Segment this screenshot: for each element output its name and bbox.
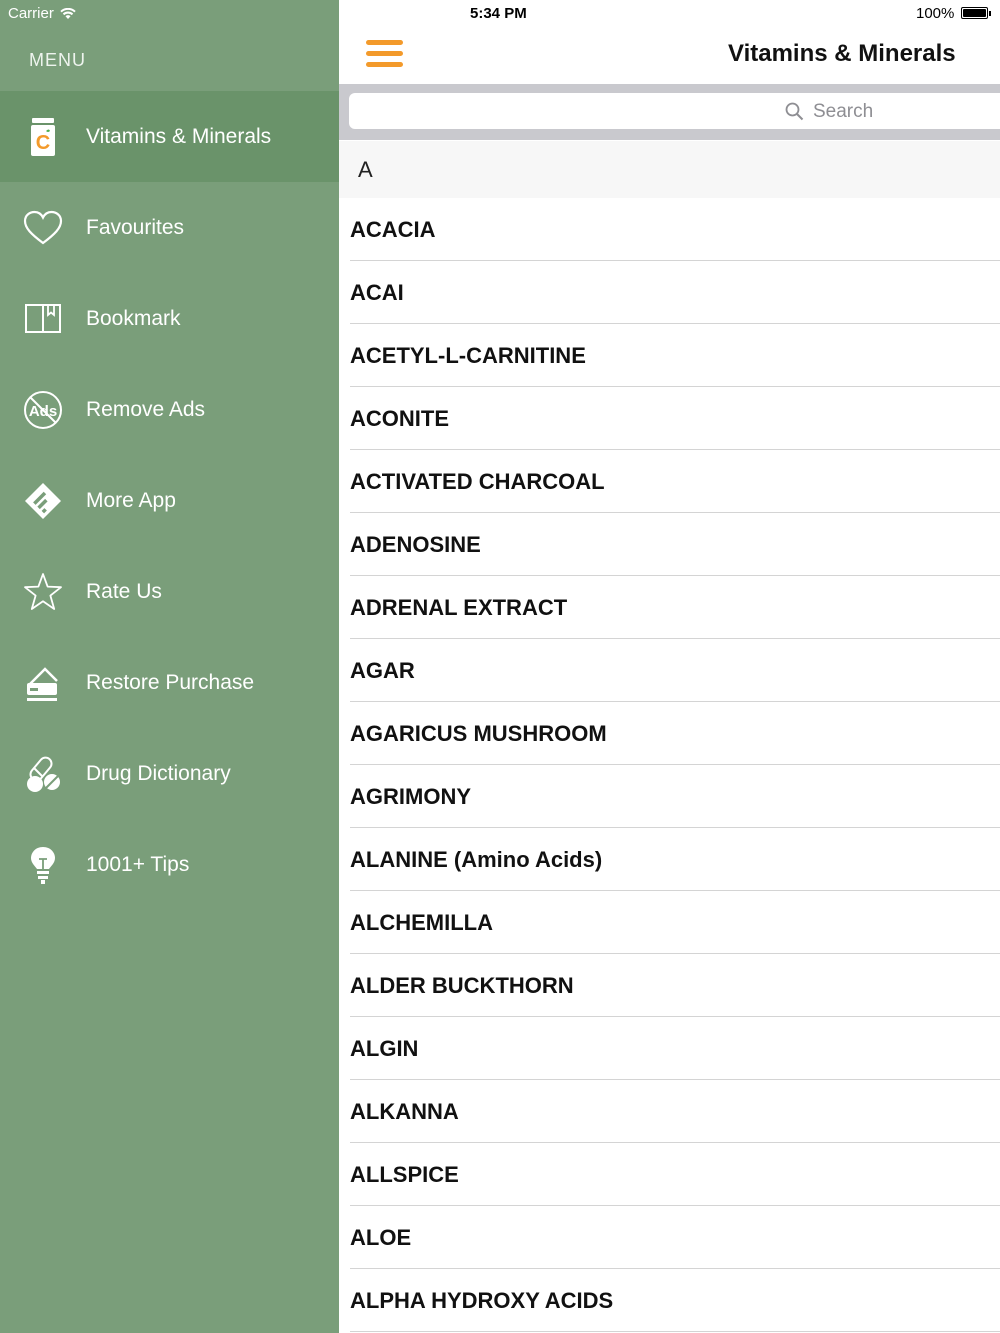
heart-icon	[21, 206, 65, 250]
list-item-label: ALCHEMILLA	[350, 910, 493, 935]
menu-title: MENU	[29, 50, 86, 70]
list-item[interactable]: ALPHA HYDROXY ACIDS	[339, 1269, 1000, 1332]
list-item-label: ACTIVATED CHARCOAL	[350, 469, 605, 494]
list-item-label: ACONITE	[350, 406, 449, 431]
list-item-label: AGRIMONY	[350, 784, 471, 809]
bookmark-book-icon	[21, 297, 65, 341]
battery-icon	[961, 7, 988, 19]
search-icon	[785, 102, 804, 121]
sidebar-item-rate-us[interactable]: Rate Us	[0, 546, 339, 637]
row-separator	[350, 1331, 1000, 1332]
list-item[interactable]: ALDER BUCKTHORN	[339, 954, 1000, 1017]
status-time: 5:34 PM	[470, 5, 527, 22]
svg-text:C: C	[36, 132, 50, 154]
list-item[interactable]: AGRIMONY	[339, 765, 1000, 828]
list-item[interactable]: ALCHEMILLA	[339, 891, 1000, 954]
sidebar-item-label: More App	[86, 488, 176, 512]
section-header: A	[339, 141, 1000, 198]
sidebar-menu: MENU C Vitamins & Minerals Favourites Bo…	[0, 0, 339, 1333]
list-item[interactable]: ACONITE	[339, 387, 1000, 450]
list-item-label: ACAI	[350, 280, 404, 305]
list-item[interactable]: AGARICUS MUSHROOM	[339, 702, 1000, 765]
battery-tip	[989, 11, 991, 16]
list-item-label: ALPHA HYDROXY ACIDS	[350, 1288, 614, 1313]
list-item[interactable]: ACACIA	[339, 198, 1000, 261]
carrier-label: Carrier	[8, 5, 54, 22]
list-item[interactable]: ADRENAL EXTRACT	[339, 576, 1000, 639]
sidebar-item-remove-ads[interactable]: Ads Remove Ads	[0, 364, 339, 455]
battery-percentage: 100%	[916, 5, 955, 22]
search-placeholder: Search	[813, 101, 874, 122]
list-item-label: ALDER BUCKTHORN	[350, 973, 574, 998]
list-item-label: AGAR	[350, 658, 415, 683]
svg-text:Ads: Ads	[29, 403, 57, 420]
list-item[interactable]: ACTIVATED CHARCOAL	[339, 450, 1000, 513]
status-bar: Carrier 5:34 PM 100%	[0, 0, 1000, 28]
wifi-icon	[60, 7, 76, 19]
hamburger-menu-icon[interactable]	[366, 40, 403, 68]
list-item[interactable]: ALLSPICE	[339, 1143, 1000, 1206]
sidebar-item-label: Favourites	[86, 215, 185, 239]
sidebar-item-vitamins-minerals[interactable]: C Vitamins & Minerals	[0, 91, 339, 182]
list-item[interactable]: ADENOSINE	[339, 513, 1000, 576]
list-item-label: AGARICUS MUSHROOM	[350, 721, 607, 746]
navigation-bar: Vitamins & Minerals	[339, 28, 1000, 84]
list-item-label: ADENOSINE	[350, 532, 481, 557]
list-item[interactable]: ALGIN	[339, 1017, 1000, 1080]
search-bar-container: Search	[339, 84, 1000, 140]
list-item[interactable]: ALANINE (Amino Acids)	[339, 828, 1000, 891]
star-icon	[21, 570, 65, 614]
sidebar-item-more-app[interactable]: More App	[0, 455, 339, 546]
sidebar-item-bookmark[interactable]: Bookmark	[0, 273, 339, 364]
section-letter: A	[358, 157, 373, 182]
list-item-label: ALKANNA	[350, 1099, 459, 1124]
list-item-label: ADRENAL EXTRACT	[350, 595, 568, 620]
sidebar-item-label: Remove Ads	[86, 397, 206, 421]
sidebar-item-label: Restore Purchase	[86, 670, 255, 694]
list-item-label: ALANINE (Amino Acids)	[350, 847, 603, 872]
list-item-label: ACACIA	[350, 217, 436, 242]
list-item-label: ALGIN	[350, 1036, 419, 1061]
sidebar-item-restore-purchase[interactable]: Restore Purchase	[0, 637, 339, 728]
sidebar-item-tips[interactable]: 1001+ Tips	[0, 819, 339, 910]
list-item[interactable]: ALOE	[339, 1206, 1000, 1269]
list-item[interactable]: ACETYL-L-CARNITINE	[339, 324, 1000, 387]
sidebar-item-drug-dictionary[interactable]: Drug Dictionary	[0, 728, 339, 819]
list-item-label: ACETYL-L-CARNITINE	[350, 343, 586, 368]
sidebar-item-favourites[interactable]: Favourites	[0, 182, 339, 273]
no-ads-icon: Ads	[21, 388, 65, 432]
list-item-label: ALOE	[350, 1225, 412, 1250]
main-panel: Vitamins & Minerals Search A ACACIA ACAI A…	[339, 0, 1000, 1333]
vitamin-bottle-icon: C	[21, 115, 65, 159]
lightbulb-icon	[21, 843, 65, 887]
list-item[interactable]: AGAR	[339, 639, 1000, 702]
sidebar-item-label: Drug Dictionary	[86, 761, 231, 785]
sidebar-item-label: Rate Us	[86, 579, 162, 603]
sidebar-item-label: Bookmark	[86, 306, 181, 330]
more-app-icon	[21, 479, 65, 523]
page-title: Vitamins & Minerals	[728, 40, 956, 67]
restore-purchase-icon	[21, 661, 65, 705]
sidebar-item-label: 1001+ Tips	[86, 852, 190, 876]
vitamin-list: ACACIA ACAI ACETYL-L-CARNITINE ACONITE ACTIV…	[339, 198, 1000, 1332]
search-input[interactable]: Search	[349, 93, 1000, 129]
sidebar-item-label: Vitamins & Minerals	[86, 124, 272, 148]
list-item[interactable]: ALKANNA	[339, 1080, 1000, 1143]
list-item[interactable]: ACAI	[339, 261, 1000, 324]
list-item-label: ALLSPICE	[350, 1162, 459, 1187]
carrier-indicator: Carrier	[8, 5, 76, 22]
pills-icon	[21, 752, 65, 796]
